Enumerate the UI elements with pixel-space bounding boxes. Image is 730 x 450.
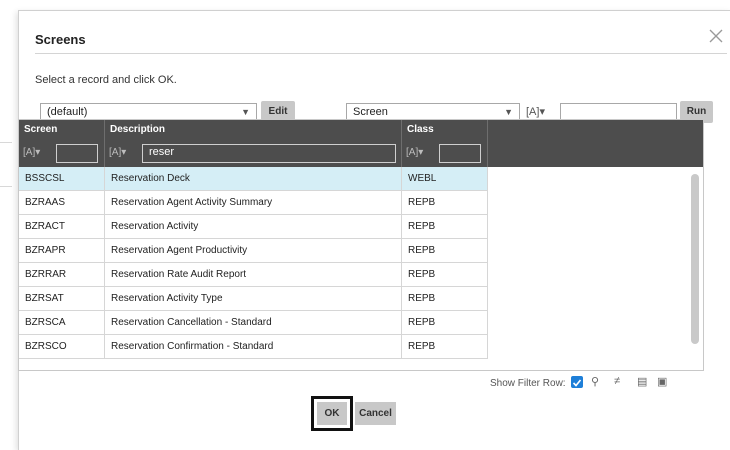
filter-icon[interactable]: ⚲ (591, 375, 599, 388)
show-filter-row-checkbox[interactable] (571, 376, 583, 388)
table-cell-screen: BZRSAT (19, 287, 105, 311)
filter-operator-icon[interactable]: [A]▾ (23, 147, 40, 158)
table-cell-screen: BSSCSL (19, 167, 105, 191)
chevron-down-icon: ▼ (504, 107, 513, 117)
records-grid: Screen [A]▾ Description [A]▾ reser Class… (18, 119, 704, 371)
instruction-text: Select a record and click OK. (35, 74, 177, 86)
description-filter-input[interactable]: reser (142, 144, 396, 163)
background-divider (0, 142, 12, 143)
table-cell-description: Reservation Agent Activity Summary (105, 191, 402, 215)
save-icon[interactable]: ▣ (657, 375, 667, 388)
table-row[interactable]: BZRAPR Reservation Agent Productivity REPB (19, 239, 488, 263)
export-icon[interactable]: ▤ (637, 375, 647, 388)
filter-operator-icon[interactable]: [A]▾ (406, 147, 423, 158)
title-divider (35, 53, 727, 54)
dialog-title: Screens (35, 32, 86, 47)
table-cell-class: REPB (402, 239, 488, 263)
table-cell-class: WEBL (402, 167, 488, 191)
column-header-screen[interactable]: Screen [A]▾ (19, 120, 105, 167)
table-cell-class: REPB (402, 287, 488, 311)
grid-header: Screen [A]▾ Description [A]▾ reser Class… (19, 120, 703, 167)
ok-button-focus-frame: OK (311, 396, 353, 431)
class-filter-input[interactable] (439, 144, 481, 163)
column-header-class[interactable]: Class [A]▾ (402, 120, 488, 167)
table-cell-screen: BZRRAR (19, 263, 105, 287)
cancel-button[interactable]: Cancel (355, 402, 396, 425)
table-cell-description: Reservation Rate Audit Report (105, 263, 402, 287)
table-cell-screen: BZRACT (19, 215, 105, 239)
table-cell-class: REPB (402, 191, 488, 215)
table-cell-class: REPB (402, 263, 488, 287)
vertical-scrollbar[interactable] (691, 174, 699, 344)
table-cell-screen: BZRSCO (19, 335, 105, 359)
filter-operator-icon[interactable]: [A]▾ (526, 105, 545, 118)
table-row[interactable]: BSSCSL Reservation Deck WEBL (19, 167, 488, 191)
table-cell-description: Reservation Agent Productivity (105, 239, 402, 263)
chevron-down-icon: ▼ (241, 107, 250, 117)
filter-operator-icon[interactable]: [A]▾ (109, 147, 126, 158)
field-select-value: Screen (353, 106, 388, 118)
screen-filter-input[interactable] (56, 144, 98, 163)
column-label: Description (110, 124, 166, 135)
layout-select-value: (default) (47, 106, 88, 118)
table-row[interactable]: BZRSAT Reservation Activity Type REPB (19, 287, 488, 311)
table-cell-screen: BZRAAS (19, 191, 105, 215)
checkmark-icon (572, 379, 582, 387)
table-cell-description: Reservation Cancellation - Standard (105, 311, 402, 335)
ok-button[interactable]: OK (317, 402, 347, 425)
table-row[interactable]: BZRAAS Reservation Agent Activity Summary… (19, 191, 488, 215)
table-row[interactable]: BZRSCO Reservation Confirmation - Standar… (19, 335, 488, 359)
clear-filter-icon[interactable]: ≠ (614, 375, 620, 387)
table-row[interactable]: BZRSCA Reservation Cancellation - Standar… (19, 311, 488, 335)
table-cell-description: Reservation Activity (105, 215, 402, 239)
table-cell-class: REPB (402, 311, 488, 335)
close-icon[interactable] (707, 27, 725, 45)
table-row[interactable]: BZRACT Reservation Activity REPB (19, 215, 488, 239)
table-cell-screen: BZRSCA (19, 311, 105, 335)
table-cell-description: Reservation Activity Type (105, 287, 402, 311)
show-filter-row-label: Show Filter Row: (490, 378, 566, 389)
table-cell-description: Reservation Deck (105, 167, 402, 191)
table-cell-class: REPB (402, 335, 488, 359)
table-row[interactable]: BZRRAR Reservation Rate Audit Report REPB (19, 263, 488, 287)
background-divider (0, 186, 12, 187)
column-label: Class (407, 124, 434, 135)
column-label: Screen (24, 124, 58, 135)
column-header-description[interactable]: Description [A]▾ reser (105, 120, 402, 167)
table-cell-description: Reservation Confirmation - Standard (105, 335, 402, 359)
table-cell-class: REPB (402, 215, 488, 239)
table-cell-screen: BZRAPR (19, 239, 105, 263)
